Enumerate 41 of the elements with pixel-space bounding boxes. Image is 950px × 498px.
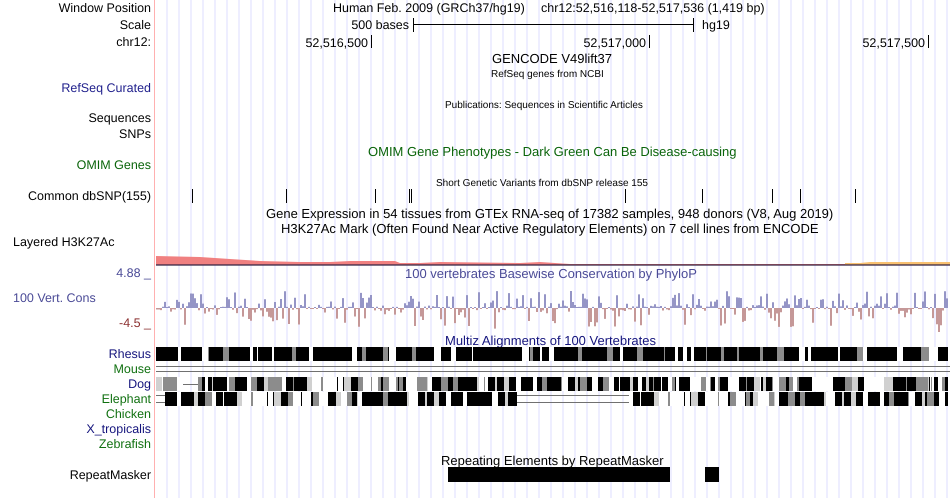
ruler-tick xyxy=(928,34,929,48)
track-label: 4.88 _ xyxy=(116,266,151,280)
track-label: Window Position xyxy=(58,1,151,15)
track-label: Rhesus xyxy=(108,347,151,361)
track-label: Elephant xyxy=(102,392,151,406)
track-label: Layered H3K27Ac xyxy=(13,235,114,249)
track-label: Mouse xyxy=(113,362,151,376)
track-label: OMIM Genes xyxy=(76,158,151,172)
ruler-tick xyxy=(371,34,372,48)
track-title: Multiz Alignments of 100 Vertebrates xyxy=(445,333,656,348)
ruler-label: 52,517,500 xyxy=(862,36,925,50)
track-label: Common dbSNP(155) xyxy=(28,189,151,203)
repeat-block xyxy=(705,467,719,482)
track-title: Short Genetic Variants from dbSNP release 155 xyxy=(436,178,648,189)
track-title: Publications: Sequences in Scientific Articles xyxy=(445,100,643,111)
track-label: Zebrafish xyxy=(98,437,151,451)
track-title: Repeating Elements by RepeatMasker xyxy=(441,453,664,468)
assembly-label: Human Feb. 2009 (GRCh37/hg19) xyxy=(333,1,525,15)
track-label: Chicken xyxy=(106,407,151,421)
ruler-tick xyxy=(649,34,650,48)
position-label: chr12:52,516,118-52,517,536 (1,419 bp) xyxy=(541,1,765,15)
track-label: chr12: xyxy=(116,35,151,49)
scale-assembly-label: hg19 xyxy=(702,18,730,32)
track-label: X_tropicalis xyxy=(86,422,151,436)
track-label: 100 Vert. Cons xyxy=(13,291,96,305)
track-title: Gene Expression in 54 tissues from GTEx RNA-seq of 17382 samples, 948 donors (V8, Aug 2019) xyxy=(266,206,834,221)
track-title: GENCODE V49lift37 xyxy=(492,51,612,66)
track-title: 100 vertebrates Basewise Conservation by PhyloP xyxy=(405,266,697,281)
scale-label: 500 bases xyxy=(351,18,409,32)
track-title: H3K27Ac Mark (Often Found Near Active Regulatory Elements) on 7 cell lines from ENCODE xyxy=(281,221,819,236)
track-label: Scale xyxy=(120,18,151,32)
track-label: SNPs xyxy=(119,127,151,141)
track-title: RefSeq genes from NCBI xyxy=(491,69,604,80)
track-label: -4.5 _ xyxy=(119,316,151,330)
ruler-label: 52,516,500 xyxy=(305,36,368,50)
track-label: Dog xyxy=(128,377,151,391)
track-title: OMIM Gene Phenotypes - Dark Green Can Be Disease-causing xyxy=(368,144,737,159)
track-label: RefSeq Curated xyxy=(61,81,151,95)
ruler-label: 52,517,000 xyxy=(583,36,646,50)
track-label: RepeatMasker xyxy=(70,468,151,482)
track-label: Sequences xyxy=(88,111,151,125)
